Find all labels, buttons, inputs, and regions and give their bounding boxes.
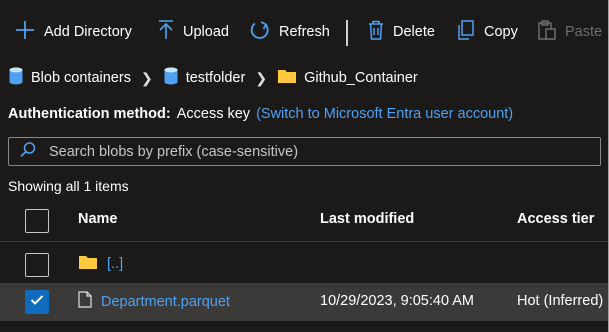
- row-name-label: Department.parquet: [101, 293, 230, 310]
- refresh-button[interactable]: Refresh: [249, 19, 330, 45]
- breadcrumb: Blob containers ❯ testfolder ❯ Github_Co…: [8, 66, 418, 90]
- breadcrumb-label: testfolder: [185, 70, 246, 86]
- search-icon: [19, 141, 37, 163]
- row-name-label: [..]: [107, 256, 124, 272]
- table-row[interactable]: [..]: [0, 246, 609, 284]
- search-input[interactable]: [49, 143, 569, 160]
- row-name[interactable]: [..]: [78, 254, 123, 274]
- upload-icon: [157, 19, 175, 45]
- folder-icon: [277, 68, 297, 88]
- column-header-access-tier[interactable]: Access tier: [517, 211, 594, 227]
- paste-button[interactable]: Paste: [537, 19, 602, 45]
- row-last-modified: 10/29/2023, 9:05:40 AM: [320, 293, 474, 309]
- toolbar-divider: [346, 20, 348, 46]
- checkmark-icon: [30, 294, 44, 310]
- paste-icon: [537, 19, 557, 45]
- delete-label: Delete: [393, 24, 435, 40]
- column-header-name[interactable]: Name: [78, 211, 118, 227]
- chevron-right-icon: ❯: [255, 69, 268, 86]
- command-bar: Add Directory Upload Refresh Delete Copy…: [0, 0, 609, 62]
- table-header: Name Last modified Access tier: [0, 200, 609, 242]
- refresh-icon: [249, 19, 271, 45]
- auth-label: Authentication method:: [8, 106, 171, 122]
- row-name[interactable]: Department.parquet: [78, 291, 230, 312]
- trash-icon: [367, 19, 385, 45]
- row-checkbox[interactable]: [25, 290, 49, 314]
- breadcrumb-item-github-container[interactable]: Github_Container: [277, 68, 418, 88]
- auth-value: Access key: [176, 106, 251, 122]
- breadcrumb-item-testfolder[interactable]: testfolder: [163, 66, 246, 90]
- switch-auth-link[interactable]: (Switch to Microsoft Entra user account): [256, 106, 513, 122]
- row-checkbox[interactable]: [25, 253, 49, 277]
- breadcrumb-item-blob-containers[interactable]: Blob containers: [8, 66, 131, 90]
- authentication-method: Authentication method: Access key (Switc…: [8, 106, 513, 122]
- chevron-right-icon: ❯: [140, 69, 153, 86]
- paste-label: Paste: [565, 24, 603, 40]
- copy-button[interactable]: Copy: [456, 19, 518, 45]
- item-count: Showing all 1 items: [8, 178, 129, 194]
- row-access-tier: Hot (Inferred): [517, 293, 604, 309]
- breadcrumb-label: Github_Container: [304, 70, 418, 86]
- upload-label: Upload: [183, 24, 229, 40]
- column-header-last-modified[interactable]: Last modified: [320, 211, 414, 227]
- plus-icon: [14, 19, 36, 45]
- select-all-checkbox[interactable]: [25, 209, 49, 233]
- refresh-label: Refresh: [279, 24, 330, 40]
- folder-icon: [78, 254, 98, 274]
- blob-container-icon: [163, 66, 179, 90]
- delete-button[interactable]: Delete: [367, 19, 435, 45]
- copy-label: Copy: [484, 24, 518, 40]
- breadcrumb-label: Blob containers: [31, 70, 131, 86]
- search-box[interactable]: [8, 137, 601, 166]
- copy-icon: [456, 19, 476, 45]
- upload-button[interactable]: Upload: [157, 19, 229, 45]
- blob-container-icon: [8, 66, 24, 90]
- table-row[interactable]: Department.parquet 10/29/2023, 9:05:40 A…: [0, 283, 609, 321]
- file-icon: [78, 291, 92, 312]
- add-directory-label: Add Directory: [44, 24, 132, 40]
- add-directory-button[interactable]: Add Directory: [14, 19, 132, 45]
